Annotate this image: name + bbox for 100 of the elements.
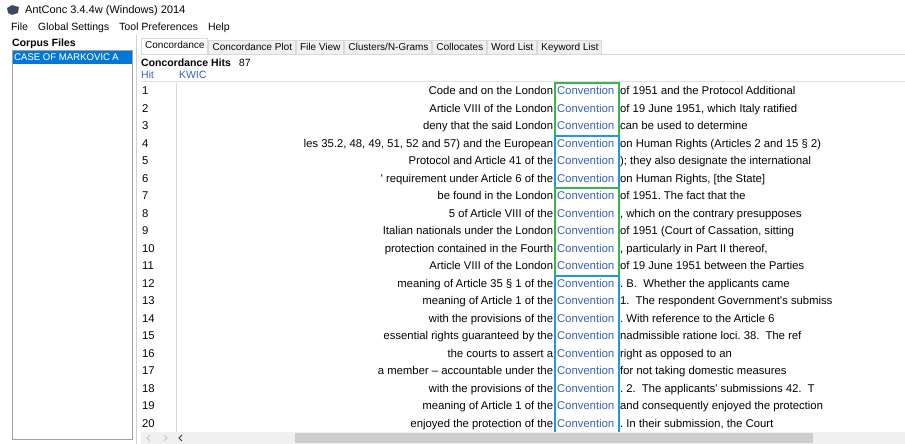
hit-number: 16 <box>141 346 156 362</box>
left-context: deny that the said London <box>422 119 554 134</box>
window-title: AntConc 3.4.4w (Windows) 2014 <box>25 4 186 16</box>
left-context: enjoyed the protection of the <box>409 416 554 432</box>
hit-number: 4 <box>141 136 150 152</box>
keyword[interactable]: Convention <box>555 136 619 153</box>
hit-number: 13 <box>141 294 156 309</box>
hits-count: 87 <box>238 56 251 68</box>
right-context: on Human Rights (Articles 2 and 15 § 2) <box>619 136 822 152</box>
keyword[interactable]: Convention <box>555 240 619 258</box>
right-context: for not taking domestic measures <box>619 364 788 379</box>
left-context: with the provisions of the <box>428 312 554 326</box>
keyword[interactable]: Convention <box>555 346 619 363</box>
tab[interactable]: Collocates <box>432 40 488 54</box>
hit-number: 9 <box>141 224 150 239</box>
right-context: . 2. The applicants' submissions 42. T <box>619 382 816 396</box>
left-context: Article VIII of the London <box>428 259 554 274</box>
horizontal-scrollbar[interactable] <box>141 432 905 444</box>
right-context: and consequently enjoyed the protection <box>619 399 824 414</box>
left-context: with the provisions of the <box>428 382 554 396</box>
keyword[interactable]: Convention <box>555 363 619 380</box>
right-context: of 19 June 1951 between the Parties <box>619 259 806 274</box>
left-context: meaning of Article 1 of the <box>421 399 554 414</box>
keyword[interactable]: Convention <box>555 206 619 223</box>
tab[interactable]: Concordance Plot <box>208 40 296 54</box>
hits-label: Concordance Hits <box>141 56 231 68</box>
keyword[interactable]: Convention <box>555 83 619 100</box>
hit-number: 14 <box>141 312 156 326</box>
right-context: right as opposed to an <box>619 346 733 362</box>
right-context: on Human Rights, [the State] <box>619 172 766 186</box>
left-context: Italian nationals under the London <box>382 224 554 239</box>
right-context: of 1951. The fact that the <box>619 189 746 204</box>
menu-item[interactable]: Global Settings <box>38 21 110 33</box>
left-context: a member – accountable under the <box>376 364 554 379</box>
hit-number: 1 <box>141 84 150 99</box>
scroll-left-icon[interactable] <box>177 434 185 442</box>
left-context: meaning of Article 35 § 1 of the <box>396 276 554 292</box>
tab[interactable]: Word List <box>487 40 538 54</box>
keyword[interactable]: Convention <box>555 398 619 416</box>
keyword[interactable]: Convention <box>555 416 619 433</box>
right-context: of 1951 and the Protocol Additional <box>619 84 796 99</box>
keyword[interactable]: Convention <box>555 380 619 398</box>
sidebar-title: Corpus Files <box>12 37 77 50</box>
left-context: meaning of Article 1 of the <box>421 294 554 309</box>
left-context: Protocol and Article 41 of the <box>408 154 554 169</box>
hit-number: 12 <box>141 276 156 292</box>
keyword[interactable]: Convention <box>555 310 619 328</box>
right-context: . With reference to the Article 6 <box>619 312 776 326</box>
right-context: of 19 June 1951, which Italy ratified <box>619 102 798 116</box>
hit-number: 8 <box>141 206 150 222</box>
keyword[interactable]: Convention <box>555 118 619 136</box>
hit-number: 5 <box>141 154 150 169</box>
keyword[interactable]: Convention <box>555 223 619 240</box>
menu-item[interactable]: Tool Preferences <box>119 21 198 33</box>
right-context: can be used to determine <box>619 119 748 134</box>
hit-number: 6 <box>141 172 150 186</box>
right-context: , which on the contrary presupposes <box>619 206 802 222</box>
tab[interactable]: Clusters/N-Grams <box>344 40 432 54</box>
left-context: ' requirement under Article 6 of the <box>380 172 554 186</box>
tab[interactable]: Concordance <box>141 38 208 54</box>
right-context: , particularly in Part II thereof, <box>619 242 769 256</box>
left-context: the courts to assert a <box>446 346 554 362</box>
right-context: . B. Whether the applicants came <box>619 276 791 292</box>
right-context: . In their submission, the Court <box>619 416 774 432</box>
column-header[interactable]: Hit <box>141 69 179 81</box>
left-context: 5 of Article VIII of the <box>448 206 554 222</box>
tab[interactable]: Keyword List <box>537 40 602 54</box>
hit-number: 20 <box>141 416 156 432</box>
keyword[interactable]: Convention <box>555 276 619 293</box>
left-context: Article VIII of the London <box>428 102 554 116</box>
hit-number: 11 <box>141 259 155 274</box>
keyword[interactable]: Convention <box>555 100 619 118</box>
hit-number: 17 <box>141 364 156 379</box>
keyword[interactable]: Convention <box>555 153 619 170</box>
right-context: of 1951 (Court of Cassation, sitting <box>619 224 795 239</box>
scrollbar-thumb[interactable] <box>295 433 813 443</box>
left-context: les 35.2, 48, 49, 51, 52 and 57) and the European <box>302 136 554 152</box>
tab[interactable]: File View <box>296 40 344 54</box>
keyword[interactable]: Convention <box>555 293 619 310</box>
scroll-right-icon[interactable] <box>161 434 169 442</box>
left-context: essential rights guaranteed by the <box>382 329 554 344</box>
left-context: protection contained in the Fourth <box>384 242 554 256</box>
keyword[interactable]: Convention <box>555 328 619 346</box>
left-context: Code and on the London <box>428 84 554 99</box>
right-context: ); they also designate the international <box>619 154 812 169</box>
keyword[interactable]: Convention <box>555 188 619 206</box>
menu-item[interactable]: File <box>11 21 28 33</box>
hit-number: 19 <box>141 399 156 414</box>
hit-number: 10 <box>141 242 156 256</box>
right-context: nadmissible ratione loci. 38. The ref <box>619 329 802 344</box>
keyword[interactable]: Convention <box>555 258 619 276</box>
hit-number: 18 <box>141 382 156 396</box>
hit-number: 15 <box>141 329 156 344</box>
hit-number: 3 <box>141 119 150 134</box>
column-header[interactable]: KWIC <box>179 69 206 81</box>
app-icon <box>6 4 20 16</box>
keyword[interactable]: Convention <box>555 170 619 188</box>
left-context: be found in the London <box>436 189 554 204</box>
corpus-file-item[interactable]: CASE OF MARKOVIC A <box>13 51 132 64</box>
menu-item[interactable]: Help <box>208 21 230 33</box>
